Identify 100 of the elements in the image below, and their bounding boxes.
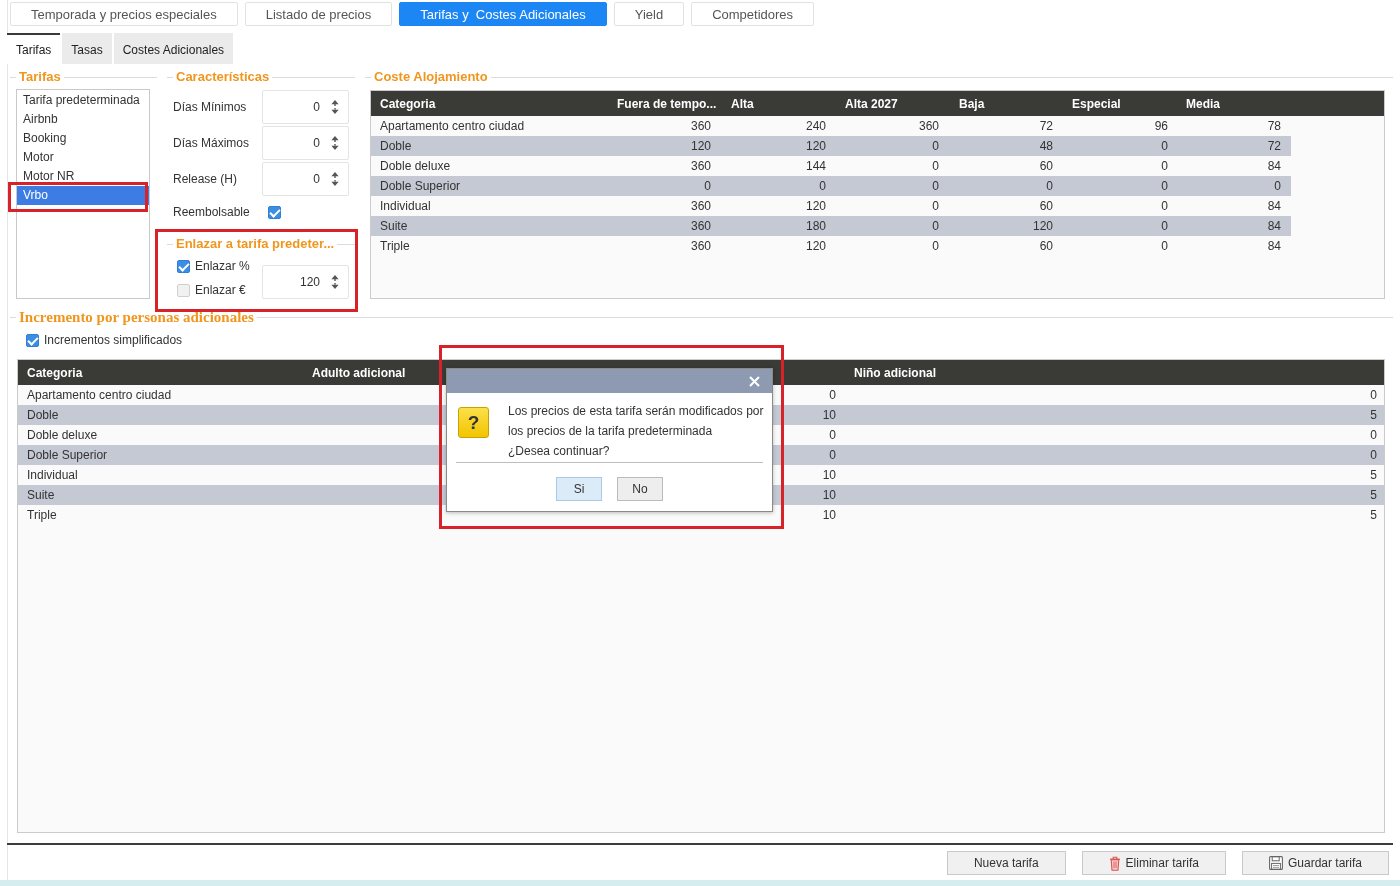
column-header: Baja: [959, 96, 985, 111]
table-cell: 10: [822, 468, 836, 482]
table-cell: Apartamento centro ciudad: [380, 119, 525, 133]
table-cell: 0: [829, 448, 836, 462]
table-cell: 0: [932, 219, 939, 233]
table-cell: 84: [1267, 219, 1281, 233]
table-cell: 72: [1039, 119, 1053, 133]
table-cell: Doble: [380, 139, 412, 153]
checkbox[interactable]: [177, 259, 190, 273]
section-title: Enlazar a tarifa predeter...: [175, 237, 336, 251]
dialog-message: Los precios de esta tarifa serán modificados por los precios de la tarifa predeterminada: [508, 403, 765, 440]
section-title: Coste Alojamiento: [373, 70, 489, 84]
column-header: Especial: [1072, 96, 1121, 111]
table-cell: 240: [805, 119, 826, 133]
table-cell: Individual: [380, 199, 431, 213]
delete-button[interactable]: Eliminar tarifa: [1081, 851, 1226, 875]
table-cell: 10: [822, 508, 836, 522]
dialog-button[interactable]: No: [617, 477, 663, 501]
number-field[interactable]: 0: [262, 90, 349, 124]
table-cell: 10: [822, 488, 836, 502]
table-cell: 120: [805, 239, 826, 253]
trash-icon: [1108, 855, 1121, 871]
table-cell: 360: [918, 119, 939, 133]
tab[interactable]: Tasas: [62, 33, 112, 64]
table-cell: 0: [1161, 159, 1168, 173]
table-cell: 78: [1267, 119, 1281, 133]
table-cell: Doble Superior: [380, 179, 461, 193]
field-label: Release (H): [173, 172, 239, 186]
table-cell: 84: [1267, 199, 1281, 213]
table-cell: 60: [1039, 239, 1053, 253]
text-button[interactable]: Nueva tarifa: [946, 851, 1066, 875]
table-cell: 120: [690, 139, 711, 153]
table-cell: 0: [1161, 239, 1168, 253]
list-item[interactable]: Motor NR: [17, 167, 149, 186]
table-cell: 0: [932, 159, 939, 173]
table-cell: 120: [1032, 219, 1053, 233]
dialog-message: ¿Desea continuar?: [508, 443, 611, 460]
column-header: Niño adicional: [854, 365, 936, 380]
table-cell: 120: [805, 199, 826, 213]
list-item[interactable]: Airbnb: [17, 110, 149, 129]
table-cell: 180: [805, 219, 826, 233]
close-button[interactable]: [749, 375, 760, 387]
table-cell: 0: [1046, 179, 1053, 193]
number-field[interactable]: 0: [262, 126, 349, 160]
table-cell: 0: [932, 139, 939, 153]
section-title: Tarifas: [18, 70, 62, 84]
table-cell: 48: [1039, 139, 1053, 153]
table-cell: 96: [1154, 119, 1168, 133]
column-header: Categoria: [380, 96, 436, 111]
up-down-arrows-icon[interactable]: [331, 172, 339, 186]
column-header: Alta 2027: [845, 96, 898, 111]
table-cell: 0: [932, 239, 939, 253]
table-cell: 0: [1370, 448, 1377, 462]
table-cell: 60: [1039, 199, 1053, 213]
table-cell: 0: [1370, 428, 1377, 442]
up-down-arrows-icon[interactable]: [331, 100, 339, 114]
table-cell: Triple: [380, 239, 410, 253]
table-cell: 10: [822, 408, 836, 422]
table-cell: 0: [1161, 139, 1168, 153]
checkbox-label: Enlazar €: [195, 283, 246, 297]
table-cell: 360: [690, 119, 711, 133]
tab[interactable]: Tarifas: [7, 33, 61, 64]
question-icon: ?: [458, 407, 489, 438]
tab[interactable]: Competidores: [691, 2, 815, 26]
tab[interactable]: Temporada y precios especiales: [10, 2, 238, 26]
table-cell: 144: [805, 159, 826, 173]
table-cell: 0: [1161, 199, 1168, 213]
checkbox[interactable]: [26, 333, 39, 347]
table-cell: Suite: [380, 219, 408, 233]
table-cell: 5: [1370, 408, 1377, 422]
tab[interactable]: Listado de precios: [244, 2, 393, 26]
table-cell: Triple: [27, 508, 57, 522]
table-cell: Apartamento centro ciudad: [27, 388, 172, 402]
tab[interactable]: Yield: [613, 2, 685, 26]
checkbox[interactable]: [268, 205, 281, 219]
list-item[interactable]: Motor: [17, 148, 149, 167]
list-item[interactable]: Tarifa predeterminada: [17, 91, 149, 110]
table-cell: 0: [1370, 388, 1377, 402]
save-button[interactable]: Guardar tarifa: [1241, 851, 1389, 875]
table-cell: 0: [819, 179, 826, 193]
list-item[interactable]: Booking: [17, 129, 149, 148]
tab[interactable]: Costes Adicionales: [113, 33, 234, 64]
up-down-arrows-icon[interactable]: [331, 136, 339, 150]
table-cell: 5: [1370, 508, 1377, 522]
up-down-arrows-icon[interactable]: [331, 275, 339, 289]
field-label: Días Máximos: [173, 136, 250, 150]
tab[interactable]: Tarifas y Costes Adicionales: [399, 2, 607, 26]
table-cell: 5: [1370, 488, 1377, 502]
number-field[interactable]: 120: [262, 265, 349, 299]
close-icon: [749, 375, 760, 387]
table-cell: 0: [1274, 179, 1281, 193]
table-cell: 360: [690, 199, 711, 213]
number-field[interactable]: 0: [262, 162, 349, 196]
table-cell: 5: [1370, 468, 1377, 482]
section-title: Incremento por personas adicionales: [18, 310, 255, 324]
checkbox-label: Enlazar %: [195, 259, 250, 273]
dialog-button[interactable]: Si: [556, 477, 602, 501]
table-cell: 60: [1039, 159, 1053, 173]
table-cell: Doble: [27, 408, 59, 422]
checkbox-label: Incrementos simplificados: [44, 333, 183, 347]
